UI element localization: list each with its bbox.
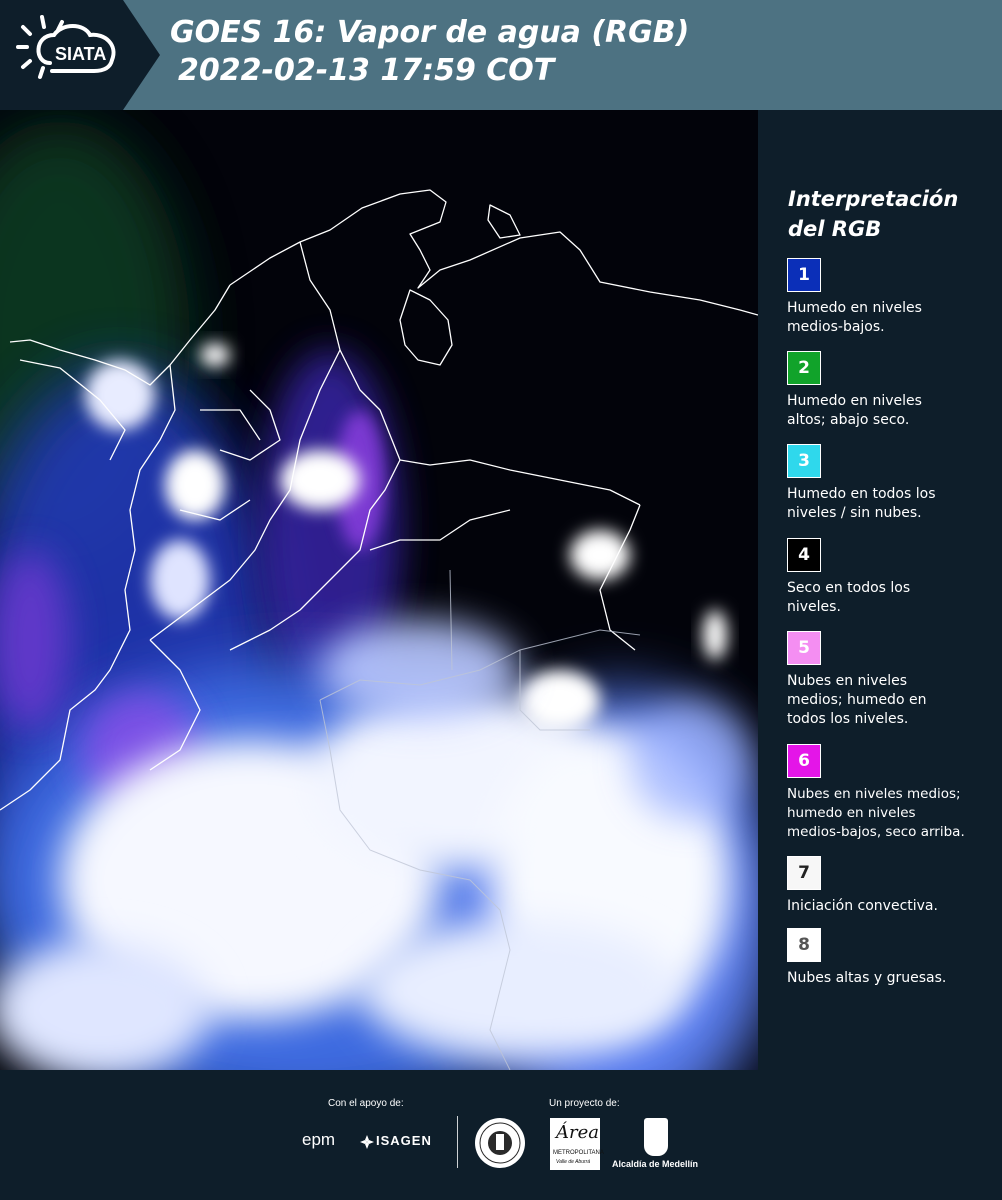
legend-desc-7: Iniciación convectiva. bbox=[787, 897, 992, 916]
legend-title: Interpretación del RGB bbox=[788, 184, 958, 244]
siata-logo-text: SIATA bbox=[55, 44, 107, 64]
legend-title-line-1: Interpretación bbox=[788, 187, 959, 211]
legend-desc-6: Nubes en niveles medios; humedo en nivel… bbox=[787, 785, 992, 842]
legend-swatch-2: 2 bbox=[787, 351, 821, 385]
siata-logo-panel: SIATA bbox=[0, 0, 160, 110]
legend-desc-4-line-1: Seco en todos los bbox=[787, 580, 911, 596]
legend-item-6: 6 Nubes en niveles medios; humedo en niv… bbox=[787, 744, 992, 842]
isagen-icon bbox=[360, 1134, 374, 1149]
legend-item-3: 3 Humedo en todos los niveles / sin nube… bbox=[787, 444, 992, 523]
legend-desc-1: Humedo en niveles medios-bajos. bbox=[787, 299, 992, 337]
legend-desc-2-line-1: Humedo en niveles bbox=[787, 393, 922, 409]
page-title: GOES 16: Vapor de agua (RGB) 2022-02-13 … bbox=[170, 14, 689, 90]
legend-swatch-3: 3 bbox=[787, 444, 821, 478]
legend-desc-3-line-2: niveles / sin nubes. bbox=[787, 505, 922, 521]
alcaldia-shield-icon bbox=[644, 1118, 668, 1156]
isagen-logo: ISAGEN bbox=[376, 1133, 432, 1148]
legend-desc-2: Humedo en niveles altos; abajo seco. bbox=[787, 392, 992, 430]
legend-desc-3: Humedo en todos los niveles / sin nubes. bbox=[787, 485, 992, 523]
legend-swatch-8: 8 bbox=[787, 928, 821, 962]
legend-desc-4-line-2: niveles. bbox=[787, 599, 841, 615]
area-logo-subtitle-2: Valle de Aburrá bbox=[556, 1159, 591, 1165]
rgb-legend: Interpretación del RGB 1 Humedo en nivel… bbox=[758, 110, 1002, 1070]
legend-desc-5-line-1: Nubes en niveles bbox=[787, 673, 907, 689]
header-bar: SIATA GOES 16: Vapor de agua (RGB) 2022-… bbox=[0, 0, 1002, 110]
legend-desc-5-line-3: todos los niveles. bbox=[787, 711, 909, 727]
legend-desc-5: Nubes en niveles medios; humedo en todos… bbox=[787, 672, 992, 729]
legend-desc-6-line-1: Nubes en niveles medios; bbox=[787, 786, 961, 802]
legend-swatch-1: 1 bbox=[787, 258, 821, 292]
legend-item-4: 4 Seco en todos los niveles. bbox=[787, 538, 992, 617]
satellite-map bbox=[0, 110, 758, 1070]
title-line-2: 2022-02-13 17:59 COT bbox=[178, 53, 555, 88]
support-label: Con el apoyo de: bbox=[328, 1098, 404, 1109]
legend-item-2: 2 Humedo en niveles altos; abajo seco. bbox=[787, 351, 992, 430]
legend-item-5: 5 Nubes en niveles medios; humedo en tod… bbox=[787, 631, 992, 729]
legend-desc-3-line-1: Humedo en todos los bbox=[787, 486, 936, 502]
title-line-1: GOES 16: Vapor de agua (RGB) bbox=[170, 15, 690, 50]
epm-logo: epm bbox=[302, 1130, 336, 1149]
legend-swatch-7: 7 bbox=[787, 856, 821, 890]
water-vapor-image bbox=[0, 110, 758, 1070]
footer-divider bbox=[457, 1116, 458, 1168]
legend-desc-8-line-1: Nubes altas y gruesas. bbox=[787, 970, 947, 986]
alcaldia-logo-text: Alcaldía de Medellín bbox=[612, 1159, 699, 1169]
legend-desc-8: Nubes altas y gruesas. bbox=[787, 969, 992, 988]
project-label: Un proyecto de: bbox=[549, 1098, 620, 1109]
legend-swatch-6: 6 bbox=[787, 744, 821, 778]
area-logo-subtitle: METROPOLITANA bbox=[553, 1150, 604, 1156]
legend-desc-2-line-2: altos; abajo seco. bbox=[787, 412, 910, 428]
legend-item-7: 7 Iniciación convectiva. bbox=[787, 856, 992, 916]
legend-desc-6-line-3: medios-bajos, seco arriba. bbox=[787, 824, 965, 840]
legend-desc-6-line-2: humedo en niveles bbox=[787, 805, 916, 821]
legend-item-1: 1 Humedo en niveles medios-bajos. bbox=[787, 258, 992, 337]
legend-title-line-2: del RGB bbox=[788, 217, 882, 241]
legend-desc-1-line-2: medios-bajos. bbox=[787, 319, 885, 335]
legend-swatch-5: 5 bbox=[787, 631, 821, 665]
legend-swatch-4: 4 bbox=[787, 538, 821, 572]
legend-desc-7-line-1: Iniciación convectiva. bbox=[787, 898, 938, 914]
legend-desc-4: Seco en todos los niveles. bbox=[787, 579, 992, 617]
footer: Con el apoyo de: Un proyecto de: epm ISA… bbox=[0, 1070, 1002, 1200]
legend-desc-5-line-2: medios; humedo en bbox=[787, 692, 927, 708]
legend-desc-1-line-1: Humedo en niveles bbox=[787, 300, 922, 316]
area-logo-text: Área bbox=[556, 1122, 599, 1143]
seal-logo bbox=[475, 1118, 525, 1168]
legend-item-8: 8 Nubes altas y gruesas. bbox=[787, 928, 992, 988]
area-metropolitana-logo: Área METROPOLITANA Valle de Aburrá bbox=[550, 1118, 604, 1170]
